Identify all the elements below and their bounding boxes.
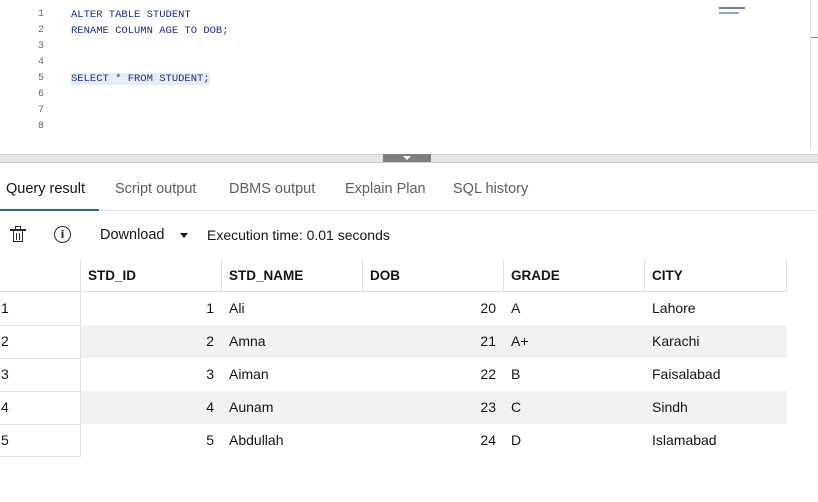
line-number-gutter: 1 2 3 4 5 6 7 8 [0, 7, 44, 135]
line-number: 3 [37, 41, 44, 52]
column-header-city[interactable]: CITY [645, 259, 787, 292]
table-row[interactable]: 4 4 Aunam 23 C Sindh [0, 391, 787, 424]
line-number: 2 [37, 25, 44, 36]
code-line[interactable] [71, 39, 229, 55]
code-line[interactable] [71, 87, 229, 103]
cell-std-name[interactable]: Ali [222, 292, 363, 325]
line-number: 1 [37, 9, 44, 20]
row-number[interactable]: 5 [0, 424, 81, 457]
line-number: 8 [37, 121, 44, 132]
download-button[interactable]: Download [100, 225, 165, 245]
column-header-grade[interactable]: GRADE [504, 259, 645, 292]
tab-script-output[interactable]: Script output [115, 170, 196, 210]
cell-city[interactable]: Faisalabad [645, 358, 787, 391]
code-line[interactable]: ALTER TABLE STUDENT [71, 7, 229, 23]
output-tabs: Query result Script output DBMS output E… [0, 170, 818, 211]
cell-dob[interactable]: 22 [363, 358, 504, 391]
row-number-header [0, 259, 81, 292]
cell-std-id[interactable]: 2 [81, 325, 222, 358]
result-toolbar: i Download Execution time: 0.01 seconds [0, 211, 818, 259]
column-header-std-id[interactable]: STD_ID [81, 259, 222, 292]
cell-std-name[interactable]: Aunam [222, 391, 363, 424]
code-line[interactable] [71, 55, 229, 71]
grid-header-row: STD_ID STD_NAME DOB GRADE CITY [0, 259, 787, 292]
tab-explain-plan[interactable]: Explain Plan [345, 170, 426, 210]
line-number: 6 [37, 89, 44, 100]
line-number: 5 [37, 73, 44, 84]
tab-label: DBMS output [229, 181, 316, 197]
row-number[interactable]: 4 [0, 391, 81, 424]
tab-label: Query result [6, 181, 85, 197]
tab-label: SQL history [453, 181, 529, 197]
info-icon[interactable]: i [53, 225, 73, 245]
cell-city[interactable]: Karachi [645, 325, 787, 358]
cell-std-name[interactable]: Abdullah [222, 424, 363, 457]
chevron-down-icon[interactable] [180, 233, 188, 238]
tab-sql-history[interactable]: SQL history [453, 170, 528, 210]
code-line[interactable]: SELECT * FROM STUDENT; [71, 71, 229, 87]
editor-minimap[interactable] [719, 6, 745, 16]
column-header-std-name[interactable]: STD_NAME [222, 259, 363, 292]
cell-std-id[interactable]: 5 [81, 424, 222, 457]
cell-std-name[interactable]: Aiman [222, 358, 363, 391]
code-area[interactable]: ALTER TABLE STUDENT RENAME COLUMN AGE TO… [71, 7, 229, 135]
cell-std-name[interactable]: Amna [222, 325, 363, 358]
table-row[interactable]: 1 1 Ali 20 A Lahore [0, 292, 787, 325]
column-header-dob[interactable]: DOB [363, 259, 504, 292]
cell-grade[interactable]: A [504, 292, 645, 325]
code-line[interactable] [71, 119, 229, 135]
selected-statement[interactable]: SELECT * FROM STUDENT; [71, 73, 210, 85]
cell-city[interactable]: Sindh [645, 391, 787, 424]
editor-scrollbar[interactable] [810, 0, 818, 150]
tab-dbms-output[interactable]: DBMS output [229, 170, 315, 210]
cell-dob[interactable]: 21 [363, 325, 504, 358]
cell-dob[interactable]: 23 [363, 391, 504, 424]
cell-grade[interactable]: A+ [504, 325, 645, 358]
row-number[interactable]: 1 [0, 292, 81, 325]
tab-label: Explain Plan [345, 181, 426, 197]
cell-city[interactable]: Lahore [645, 292, 787, 325]
line-number: 4 [37, 57, 44, 68]
cell-grade[interactable]: C [504, 391, 645, 424]
row-number[interactable]: 2 [0, 325, 81, 358]
row-number[interactable]: 3 [0, 358, 81, 391]
trash-icon[interactable] [8, 225, 28, 245]
table-row[interactable]: 2 2 Amna 21 A+ Karachi [0, 325, 787, 358]
cell-grade[interactable]: D [504, 424, 645, 457]
cell-grade[interactable]: B [504, 358, 645, 391]
code-line[interactable]: RENAME COLUMN AGE TO DOB; [71, 23, 229, 39]
cell-std-id[interactable]: 3 [81, 358, 222, 391]
pane-splitter[interactable] [0, 150, 818, 166]
cell-dob[interactable]: 20 [363, 292, 504, 325]
code-line[interactable] [71, 103, 229, 119]
execution-time: Execution time: 0.01 seconds [207, 227, 390, 243]
cell-dob[interactable]: 24 [363, 424, 504, 457]
table-row[interactable]: 5 5 Abdullah 24 D Islamabad [0, 424, 787, 457]
splitter-handle[interactable] [383, 154, 431, 162]
cell-city[interactable]: Islamabad [645, 424, 787, 457]
line-number: 7 [37, 105, 44, 116]
tab-label: Script output [115, 181, 197, 197]
cell-std-id[interactable]: 1 [81, 292, 222, 325]
tab-query-result[interactable]: Query result [0, 170, 99, 211]
table-row[interactable]: 3 3 Aiman 22 B Faisalabad [0, 358, 787, 391]
cell-std-id[interactable]: 4 [81, 391, 222, 424]
sql-editor[interactable]: 1 2 3 4 5 6 7 8 ALTER TABLE STUDENT RENA… [0, 0, 818, 150]
collapse-arrow-icon [403, 156, 411, 160]
